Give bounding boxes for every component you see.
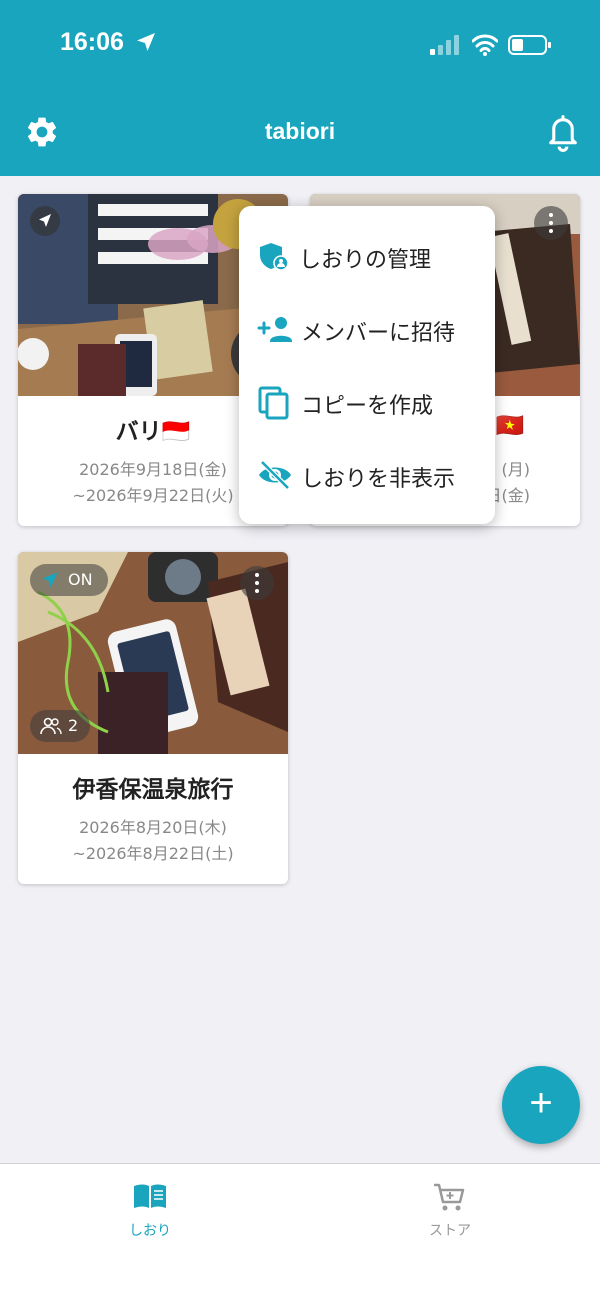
member-count: 2 [68, 716, 79, 735]
add-person-icon [257, 317, 292, 342]
wifi-icon [472, 34, 498, 56]
app-title: tabiori [264, 118, 336, 144]
card-more-button[interactable] [534, 206, 568, 240]
tab-shiori[interactable]: しおり [0, 1164, 300, 1264]
menu-item-label: しおりの管理 [299, 248, 432, 273]
app-header: 16:06 tabiori [0, 0, 600, 176]
book-icon [134, 1184, 166, 1208]
menu-item-invite[interactable]: メンバーに招待 [239, 299, 495, 359]
card-more-button[interactable] [240, 566, 274, 600]
people-icon [40, 717, 62, 735]
plus-icon: + [529, 1081, 553, 1125]
trip-title: 伊香保温泉旅行 [72, 777, 234, 803]
member-count-chip: 2 [30, 710, 90, 742]
tab-label: ストア [429, 1223, 471, 1239]
trip-end-date: ~2026年8月22日(土) [72, 844, 234, 863]
location-badge-icon [30, 206, 60, 236]
tab-store[interactable]: ストア [300, 1164, 600, 1264]
send-icon [42, 572, 58, 588]
menu-item-manage[interactable]: しおりの管理 [239, 226, 495, 286]
menu-item-label: メンバーに招待 [301, 321, 456, 346]
status-time: 16:06 [60, 28, 124, 56]
tab-label: しおり [129, 1223, 171, 1239]
location-arrow-icon [137, 33, 155, 51]
cart-icon [434, 1183, 465, 1211]
tracking-status-label: ON [68, 570, 93, 589]
trip-start-date: 2026年8月20日(木) [79, 818, 227, 837]
notification-bell-icon[interactable] [544, 112, 582, 152]
eye-off-icon [259, 460, 291, 490]
menu-item-label: コピーを作成 [301, 394, 434, 419]
bottom-tab-bar: しおり ストア [0, 1163, 600, 1302]
cellular-signal-icon [430, 35, 459, 55]
menu-item-label: しおりを非表示 [301, 467, 456, 492]
trip-context-menu: しおりの管理 メンバーに招待 コピーを作成 しおりを非表示 [239, 206, 495, 524]
shield-person-icon [260, 243, 289, 271]
menu-item-hide[interactable]: しおりを非表示 [239, 445, 495, 505]
tracking-status-chip: ON [30, 564, 108, 596]
trip-card-ikaho[interactable]: ON 2 伊香保温泉旅行 2026年8月20日(木) ~2026年8月22日(土… [18, 552, 288, 884]
add-trip-button[interactable]: + [502, 1066, 580, 1144]
menu-item-copy[interactable]: コピーを作成 [239, 372, 495, 432]
battery-icon [508, 35, 551, 55]
copy-icon [258, 386, 289, 420]
